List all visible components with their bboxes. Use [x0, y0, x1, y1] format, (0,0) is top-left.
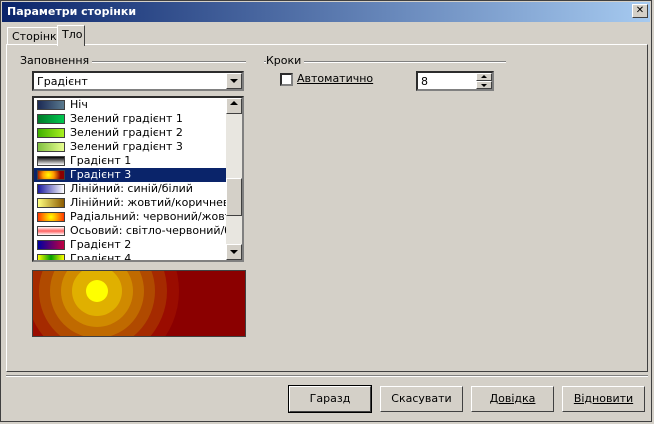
list-item[interactable]: Градієнт 2 — [34, 238, 226, 252]
scroll-up-button[interactable] — [226, 98, 242, 114]
list-item-label: Лінійний: жовтий/коричневий — [70, 196, 244, 209]
gradient-swatch-icon — [37, 100, 65, 110]
gradient-swatch-icon — [37, 212, 65, 222]
increment-value: 8 — [421, 75, 428, 88]
list-item[interactable]: Зелений градієнт 3 — [34, 140, 226, 154]
list-item[interactable]: Лінійний: жовтий/коричневий — [34, 196, 242, 210]
steps-group-label: Кроки — [266, 54, 305, 67]
ok-button-label: Гаразд — [309, 392, 351, 405]
chevron-down-icon — [230, 79, 238, 83]
gradient-swatch-icon — [37, 128, 65, 138]
reset-button[interactable]: Відновити — [562, 386, 645, 412]
auto-steps-checkbox[interactable] — [280, 73, 293, 86]
fill-type-select[interactable]: Градієнт — [32, 71, 244, 91]
gradient-swatch-icon — [37, 240, 65, 250]
increment-up-button[interactable] — [476, 73, 492, 81]
gradient-swatch-icon — [37, 198, 65, 208]
title-bar: Параметри сторінки ✕ — [2, 2, 650, 22]
cancel-button[interactable]: Скасувати — [380, 386, 463, 412]
gradient-swatch-icon — [37, 226, 65, 236]
gradient-preview — [32, 270, 246, 337]
gradient-swatch-icon — [37, 170, 65, 180]
close-icon: ✕ — [635, 5, 645, 16]
gradient-list[interactable]: Ніч Зелений градієнт 1 Зелений градієнт … — [32, 96, 244, 262]
list-item[interactable]: Градієнт 1 — [34, 154, 226, 168]
auto-steps-label[interactable]: Автоматично — [297, 72, 373, 85]
increment-stepper-buttons — [476, 73, 492, 89]
list-item[interactable]: Радіальний: червоний/жовтий — [34, 210, 242, 224]
scroll-down-button[interactable] — [226, 244, 242, 260]
window-title: Параметри сторінки — [7, 5, 137, 18]
list-item-label: Градієнт 4 — [70, 252, 132, 262]
list-item-label: Лінійний: синій/білий — [70, 182, 193, 195]
increment-down-button[interactable] — [476, 81, 492, 89]
list-item-label: Градієнт 1 — [70, 154, 132, 167]
list-item[interactable]: Зелений градієнт 1 — [34, 112, 226, 126]
list-item-label: Зелений градієнт 3 — [70, 140, 183, 153]
gradient-swatch-icon — [37, 156, 65, 166]
gradient-swatch-icon — [37, 142, 65, 152]
list-item[interactable]: Осьовий: світло-червоний/білий — [34, 224, 242, 238]
fill-group-label: Заповнення — [20, 54, 93, 67]
tab-background-label: Тло — [62, 28, 83, 41]
list-item-label: Зелений градієнт 1 — [70, 112, 183, 125]
list-item[interactable]: Ніч — [34, 98, 226, 112]
gradient-preview-image — [33, 271, 245, 336]
chevron-down-icon — [230, 250, 238, 254]
chevron-up-icon — [481, 75, 487, 78]
chevron-up-icon — [230, 101, 238, 105]
scroll-thumb[interactable] — [226, 178, 242, 216]
list-item[interactable]: Зелений градієнт 2 — [34, 126, 226, 140]
list-item-label: Зелений градієнт 2 — [70, 126, 183, 139]
list-item-label: Градієнт 3 — [70, 168, 132, 181]
tab-page[interactable]: Сторінка — [7, 27, 63, 45]
chevron-down-icon — [481, 84, 487, 87]
gradient-swatch-icon — [37, 114, 65, 124]
list-item-label: Градієнт 2 — [70, 238, 132, 251]
button-separator — [6, 375, 648, 377]
fill-type-dropdown-button[interactable] — [226, 73, 242, 89]
reset-button-label: Відновити — [573, 392, 634, 405]
tab-page-label: Сторінка — [12, 30, 64, 43]
list-item-label: Радіальний: червоний/жовтий — [70, 210, 244, 223]
tab-background[interactable]: Тло — [57, 25, 85, 46]
ok-button[interactable]: Гаразд — [288, 385, 372, 413]
list-item-label: Ніч — [70, 98, 88, 111]
list-item[interactable]: Лінійний: синій/білий — [34, 182, 226, 196]
list-scrollbar[interactable] — [226, 98, 242, 260]
increment-stepper[interactable]: 8 — [416, 71, 494, 91]
cancel-button-label: Скасувати — [391, 392, 452, 405]
help-button-label: Довідка — [489, 392, 536, 405]
close-button[interactable]: ✕ — [632, 4, 648, 18]
gradient-swatch-icon — [37, 184, 65, 194]
list-item[interactable]: Градієнт 4 — [34, 252, 226, 262]
gradient-swatch-icon — [37, 254, 65, 260]
fill-type-value: Градієнт — [37, 75, 88, 88]
list-item-selected[interactable]: Градієнт 3 — [34, 168, 226, 182]
list-item-label: Осьовий: світло-червоний/білий — [70, 224, 244, 237]
help-button[interactable]: Довідка — [471, 386, 554, 412]
